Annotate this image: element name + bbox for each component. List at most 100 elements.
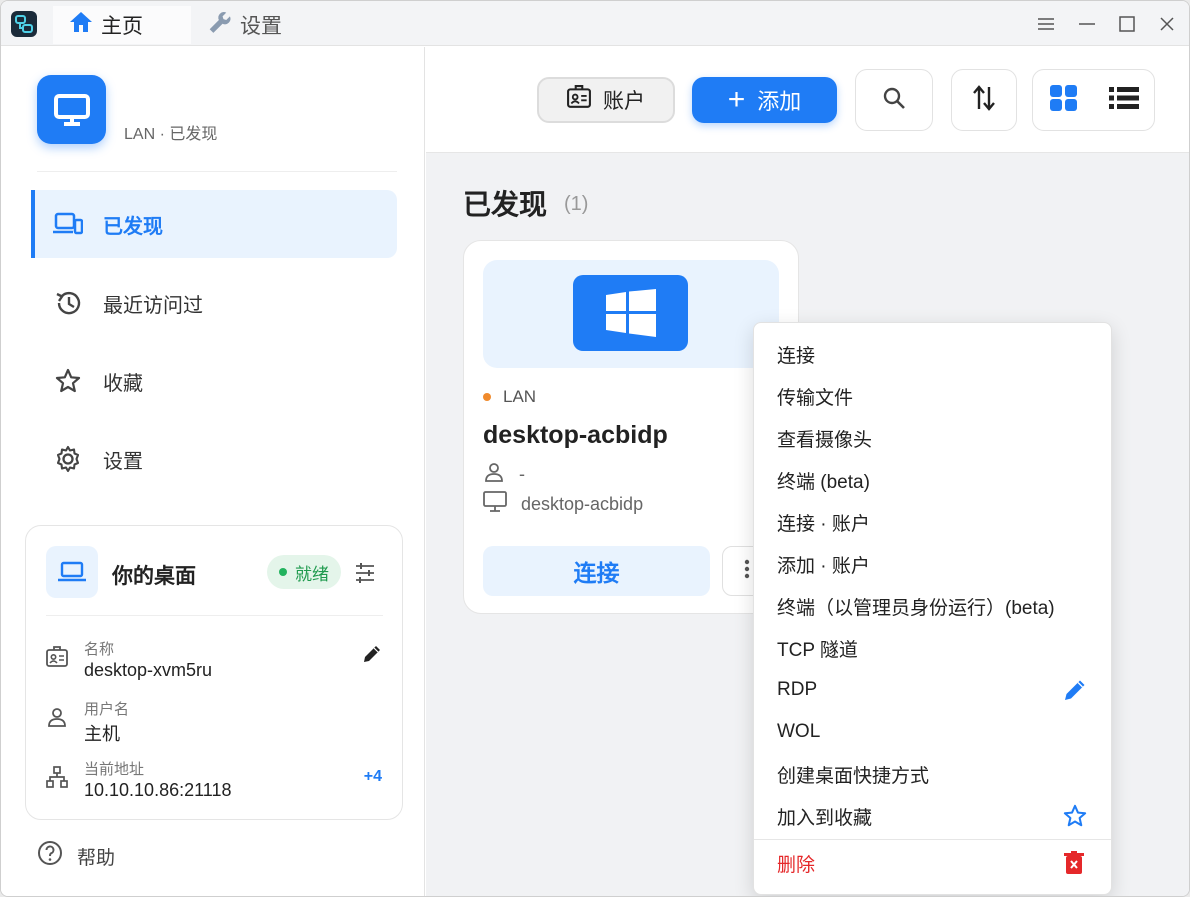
close-icon[interactable] <box>1156 13 1178 35</box>
menu-item-connect-account[interactable]: 连接 · 账户 <box>754 501 1111 543</box>
edit-name-icon[interactable] <box>362 644 382 669</box>
menu-item-rdp[interactable]: RDP <box>754 669 1111 711</box>
field-label: 用户名 <box>84 701 130 718</box>
sidebar-item-recent[interactable]: 最近访问过 <box>31 269 397 337</box>
network-icon <box>46 766 70 790</box>
plus-icon: + <box>727 83 746 116</box>
menu-item-delete[interactable]: 删除 <box>754 842 1111 884</box>
title-bar: 主页 设置 <box>1 1 1189 46</box>
status-dot <box>279 568 287 576</box>
menu-item-terminal-admin[interactable]: 终端（以管理员身份运行）(beta) <box>754 585 1111 627</box>
menu-item-label: 连接 <box>777 345 816 367</box>
maximize-icon[interactable] <box>1116 13 1138 35</box>
menu-item-view-camera[interactable]: 查看摄像头 <box>754 417 1111 459</box>
tab-settings[interactable]: 设置 <box>206 6 282 44</box>
sidebar-item-discovered[interactable]: 已发现 <box>31 190 397 258</box>
more-addresses-link[interactable]: +4 <box>364 768 382 786</box>
grid-view-icon[interactable] <box>1049 84 1079 117</box>
peer-card[interactable]: LAN desktop-acbidp - desktop-acbidp 连接 <box>463 240 799 614</box>
peer-hostname: desktop-acbidp <box>521 494 644 514</box>
peer-thumbnail <box>483 260 779 368</box>
user-icon <box>46 706 70 730</box>
menu-item-label: 传输文件 <box>777 387 854 409</box>
peer-username: - <box>519 464 525 484</box>
status-badge: 就绪 <box>267 555 341 589</box>
account-button-label: 账户 <box>603 90 645 113</box>
add-button[interactable]: + 添加 <box>692 77 837 123</box>
menu-item-label: 添加 · 账户 <box>777 555 870 577</box>
menu-item-transfer-file[interactable]: 传输文件 <box>754 375 1111 417</box>
tab-settings-label: 设置 <box>240 15 282 38</box>
menu-item-terminal[interactable]: 终端 (beta) <box>754 459 1111 501</box>
divider <box>37 171 397 172</box>
menu-item-tcp-tunnel[interactable]: TCP 隧道 <box>754 627 1111 669</box>
your-desktop-card: 你的桌面 就绪 名称 desktop-xvm5ru 用户名 主机 当前地址 10… <box>25 525 403 820</box>
username-value: 主机 <box>84 724 120 744</box>
app-window: 主页 设置 LAN · 已发现 已发现 最近访问过 收藏 设置 你的桌面 就绪 … <box>0 0 1190 897</box>
tab-home[interactable]: 主页 <box>53 6 191 44</box>
peer-name: desktop-acbidp <box>483 421 668 449</box>
menu-item-create-shortcut[interactable]: 创建桌面快捷方式 <box>754 753 1111 795</box>
menu-item-label: 删除 <box>777 854 816 876</box>
sort-button[interactable] <box>951 69 1017 131</box>
peer-network-label: LAN <box>503 387 537 406</box>
menu-item-label: 加入到收藏 <box>777 807 873 829</box>
menu-item-label: 终端（以管理员身份运行）(beta) <box>777 597 1055 619</box>
search-icon <box>882 86 906 115</box>
peer-network: LAN <box>483 387 536 407</box>
desktop-card-title: 你的桌面 <box>112 565 196 588</box>
peer-count: (1) <box>564 193 589 215</box>
sidebar-item-label: 收藏 <box>103 372 143 395</box>
minimize-icon[interactable] <box>1076 13 1098 35</box>
menu-item-label: RDP <box>777 679 818 700</box>
user-icon <box>483 461 519 488</box>
desktop-name-row: 名称 desktop-xvm5ru <box>46 638 386 688</box>
search-button[interactable] <box>855 69 933 131</box>
toolbar: 账户 + 添加 <box>426 47 1189 153</box>
tune-icon[interactable] <box>354 562 376 584</box>
star-icon <box>1063 804 1087 828</box>
username-row: 用户名 主机 <box>46 698 386 748</box>
menu-item-add-favorite[interactable]: 加入到收藏 <box>754 795 1111 837</box>
menu-item-label: 连接 · 账户 <box>777 513 870 535</box>
sidebar-item-favorites[interactable]: 收藏 <box>31 347 397 415</box>
field-label: 当前地址 <box>84 761 145 778</box>
windows-icon <box>573 275 688 351</box>
id-card-icon <box>567 85 603 115</box>
sidebar-item-settings[interactable]: 设置 <box>31 425 397 493</box>
menu-item-connect[interactable]: 连接 <box>754 333 1111 375</box>
menu-item-wol[interactable]: WOL <box>754 711 1111 753</box>
laptop-icon <box>46 546 98 598</box>
menu-item-add-account[interactable]: 添加 · 账户 <box>754 543 1111 585</box>
help-link[interactable]: 帮助 <box>37 840 115 872</box>
field-label: 名称 <box>84 641 115 658</box>
menu-icon[interactable] <box>1035 13 1057 35</box>
peer-username-row: - <box>483 461 525 488</box>
sidebar-item-label: 设置 <box>103 450 143 473</box>
address-value: 10.10.10.86:21118 <box>84 780 232 800</box>
edit-icon[interactable] <box>1063 678 1087 702</box>
history-icon <box>53 288 83 318</box>
lan-status-dot <box>483 393 491 401</box>
sidebar-item-label: 已发现 <box>103 215 163 238</box>
connect-button[interactable]: 连接 <box>483 546 710 596</box>
sort-icon <box>973 84 995 116</box>
trash-icon <box>1063 851 1087 875</box>
divider <box>46 615 383 616</box>
wrench-icon <box>206 9 240 41</box>
id-card-icon <box>46 646 70 670</box>
sidebar: LAN · 已发现 已发现 最近访问过 收藏 设置 你的桌面 就绪 名称 des… <box>1 47 425 896</box>
page-title: 已发现 <box>463 189 548 220</box>
view-toggle <box>1032 69 1155 131</box>
tab-home-label: 主页 <box>101 15 143 38</box>
star-icon <box>53 366 83 396</box>
address-row: 当前地址 10.10.10.86:21118 +4 <box>46 758 386 808</box>
help-icon <box>37 840 77 872</box>
menu-item-label: 创建桌面快捷方式 <box>777 765 930 787</box>
desktop-name-value: desktop-xvm5ru <box>84 660 213 680</box>
context-menu: 连接 传输文件 查看摄像头 终端 (beta) 连接 · 账户 添加 · 账户 … <box>753 322 1112 895</box>
monitor-icon <box>483 491 521 518</box>
menu-item-label: 终端 (beta) <box>777 471 870 493</box>
account-button[interactable]: 账户 <box>537 77 675 123</box>
list-view-icon[interactable] <box>1108 86 1139 115</box>
